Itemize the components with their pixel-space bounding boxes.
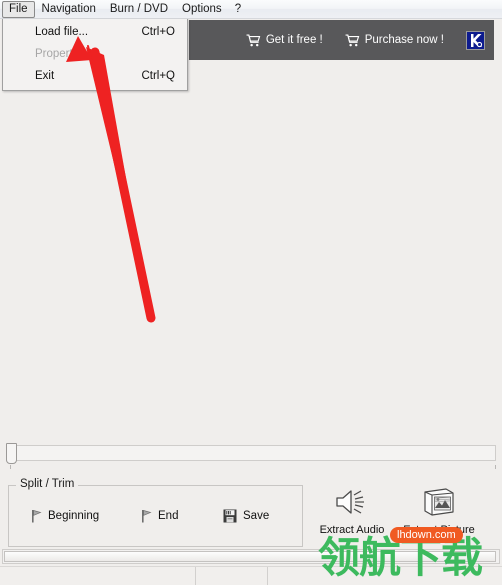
trim-end-label: End bbox=[158, 510, 179, 522]
split-trim-title: Split / Trim bbox=[16, 478, 79, 490]
get-it-free-label: Get it free ! bbox=[265, 34, 323, 46]
extract-picture-label: Extract Picture bbox=[403, 524, 475, 536]
status-cell-3 bbox=[268, 567, 502, 585]
status-bar bbox=[0, 566, 502, 585]
menu-item-properties: Properties bbox=[3, 43, 187, 65]
horizontal-scrollbar-thumb[interactable] bbox=[4, 551, 496, 562]
purchase-now-label: Purchase now ! bbox=[364, 34, 444, 46]
seek-slider-track[interactable] bbox=[6, 445, 496, 461]
application-window: Get it free ! Purchase now ! File Naviga… bbox=[0, 0, 502, 585]
video-preview-area[interactable] bbox=[0, 61, 502, 437]
extract-picture-button[interactable]: Extract Picture bbox=[396, 486, 482, 536]
extract-audio-button[interactable]: Extract Audio bbox=[309, 486, 395, 536]
seek-slider-thumb[interactable] bbox=[6, 443, 17, 464]
flag-icon bbox=[31, 509, 42, 523]
menu-help[interactable]: ? bbox=[229, 1, 247, 18]
menu-options[interactable]: Options bbox=[175, 1, 229, 18]
status-cell-2 bbox=[196, 567, 268, 585]
trim-save-button[interactable]: Save bbox=[223, 509, 269, 523]
menu-item-load-file-label: Load file... bbox=[35, 26, 89, 38]
menu-navigation[interactable]: Navigation bbox=[35, 1, 103, 18]
split-trim-groupbox: Beginning End Save bbox=[8, 485, 303, 547]
menu-item-load-file[interactable]: Load file... Ctrl+O bbox=[3, 21, 187, 43]
shopping-cart-icon bbox=[246, 34, 261, 47]
status-cell-1 bbox=[0, 567, 196, 585]
shopping-cart-icon bbox=[345, 34, 360, 47]
menu-file[interactable]: File bbox=[2, 0, 35, 18]
menu-item-exit[interactable]: Exit Ctrl+Q bbox=[3, 65, 187, 87]
trim-end-button[interactable]: End bbox=[141, 509, 178, 523]
file-menu-dropdown: Load file... Ctrl+O Properties Exit Ctrl… bbox=[2, 19, 188, 91]
get-it-free-button[interactable]: Get it free ! bbox=[246, 34, 323, 47]
floppy-disk-icon bbox=[223, 509, 237, 523]
picture-icon bbox=[422, 486, 456, 523]
menu-item-exit-accel: Ctrl+Q bbox=[141, 70, 175, 82]
menu-item-load-file-accel: Ctrl+O bbox=[141, 26, 175, 38]
menu-item-properties-label: Properties bbox=[35, 48, 88, 60]
trim-beginning-label: Beginning bbox=[48, 510, 100, 522]
seek-slider-ticks bbox=[10, 465, 496, 470]
promo-toolbar: Get it free ! Purchase now ! bbox=[189, 20, 494, 60]
menu-bar: File Navigation Burn / DVD Options ? bbox=[0, 0, 502, 19]
menu-burn-dvd[interactable]: Burn / DVD bbox=[103, 1, 175, 18]
trim-save-label: Save bbox=[243, 510, 270, 522]
trim-beginning-button[interactable]: Beginning bbox=[31, 509, 99, 523]
seek-slider-area bbox=[0, 440, 502, 472]
flag-icon bbox=[141, 509, 152, 523]
horizontal-scrollbar[interactable] bbox=[2, 549, 500, 564]
menu-item-exit-label: Exit bbox=[35, 70, 55, 82]
purchase-now-button[interactable]: Purchase now ! bbox=[345, 34, 444, 47]
app-logo-icon[interactable] bbox=[466, 30, 485, 50]
speaker-icon bbox=[333, 486, 371, 523]
extract-audio-label: Extract Audio bbox=[319, 524, 385, 536]
